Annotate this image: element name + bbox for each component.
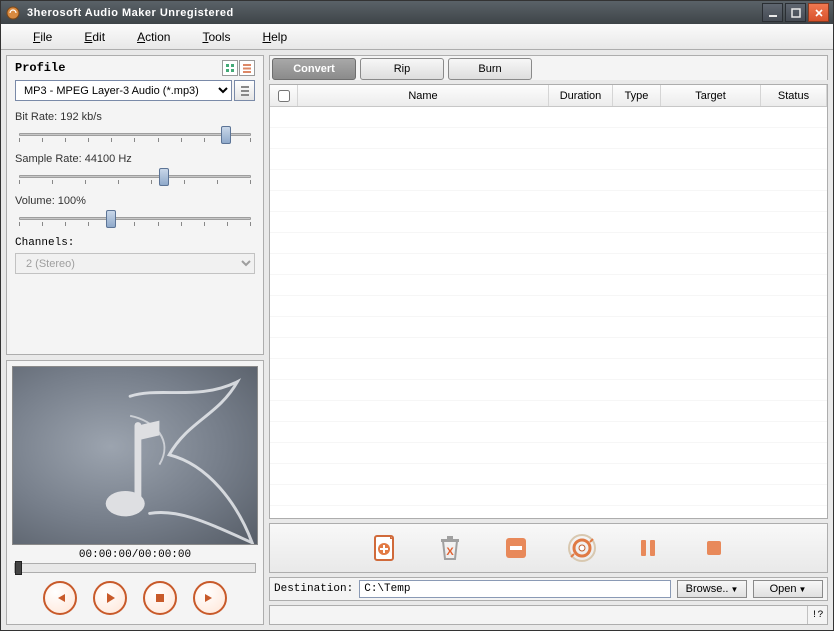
title-bar: 3herosoft Audio Maker Unregistered [1,1,833,24]
tab-rip[interactable]: Rip [360,58,444,80]
menu-help[interactable]: Help [258,26,315,48]
col-check[interactable] [270,85,298,106]
svg-text:X: X [446,546,454,558]
col-name[interactable]: Name [298,85,549,106]
app-icon [5,5,21,21]
profile-settings-button[interactable] [234,80,255,101]
convert-button[interactable] [564,530,600,566]
minimize-button[interactable] [762,3,783,22]
file-list-body[interactable] [270,107,827,518]
time-readout: 00:00:00/00:00:00 [12,549,258,561]
menu-bar: File Edit Action Tools Help [1,24,833,50]
volume-label: Volume: 100% [15,195,255,207]
add-file-button[interactable] [366,530,402,566]
col-status[interactable]: Status [761,85,827,106]
stop-action-button[interactable] [696,530,732,566]
seek-slider[interactable] [14,563,256,573]
col-duration[interactable]: Duration [549,85,613,106]
browse-button[interactable]: Browse..▼ [677,580,747,598]
menu-edit[interactable]: Edit [80,26,133,48]
clear-list-button[interactable]: X [432,530,468,566]
select-all-checkbox[interactable] [278,90,290,102]
file-list: Name Duration Type Target Status [269,84,828,519]
menu-tools[interactable]: Tools [198,26,258,48]
window-title: 3herosoft Audio Maker Unregistered [27,7,762,19]
remove-button[interactable] [498,530,534,566]
profile-view2-button[interactable] [239,60,255,76]
tab-bar: Convert Rip Burn [269,55,828,80]
open-button[interactable]: Open▼ [753,580,823,598]
prev-button[interactable] [43,581,77,615]
close-button[interactable] [808,3,829,22]
profile-panel: Profile MP3 - MPEG Layer-3 Audio (*.mp3)… [6,55,264,355]
stop-button[interactable] [143,581,177,615]
profile-header: Profile [15,61,221,75]
destination-label: Destination: [274,583,353,595]
hint-button[interactable]: !? [807,606,827,624]
status-bar: !? [269,605,828,625]
menu-action[interactable]: Action [133,26,198,48]
maximize-button[interactable] [785,3,806,22]
destination-row: Destination: Browse..▼ Open▼ [269,577,828,601]
pause-button[interactable] [630,530,666,566]
workspace: Profile MP3 - MPEG Layer-3 Audio (*.mp3)… [1,50,833,630]
samplerate-thumb[interactable] [159,168,169,186]
samplerate-label: Sample Rate: 44100 Hz [15,153,255,165]
action-toolbar: X [269,523,828,573]
tab-burn[interactable]: Burn [448,58,532,80]
profile-view1-button[interactable] [222,60,238,76]
bitrate-slider[interactable] [15,127,255,143]
col-target[interactable]: Target [661,85,761,106]
channels-select[interactable]: 2 (Stereo) [15,253,255,274]
preview-image [12,366,258,545]
volume-thumb[interactable] [106,210,116,228]
seek-thumb[interactable] [15,561,22,575]
profile-format-select[interactable]: MP3 - MPEG Layer-3 Audio (*.mp3) [15,80,232,101]
preview-panel: 00:00:00/00:00:00 [6,360,264,625]
channels-label: Channels: [15,237,255,249]
tab-convert[interactable]: Convert [272,58,356,80]
next-button[interactable] [193,581,227,615]
menu-file[interactable]: File [29,26,80,48]
bitrate-label: Bit Rate: 192 kb/s [15,111,255,123]
bitrate-thumb[interactable] [221,126,231,144]
play-button[interactable] [93,581,127,615]
samplerate-slider[interactable] [15,169,255,185]
col-type[interactable]: Type [613,85,661,106]
volume-slider[interactable] [15,211,255,227]
destination-input[interactable] [359,580,671,598]
